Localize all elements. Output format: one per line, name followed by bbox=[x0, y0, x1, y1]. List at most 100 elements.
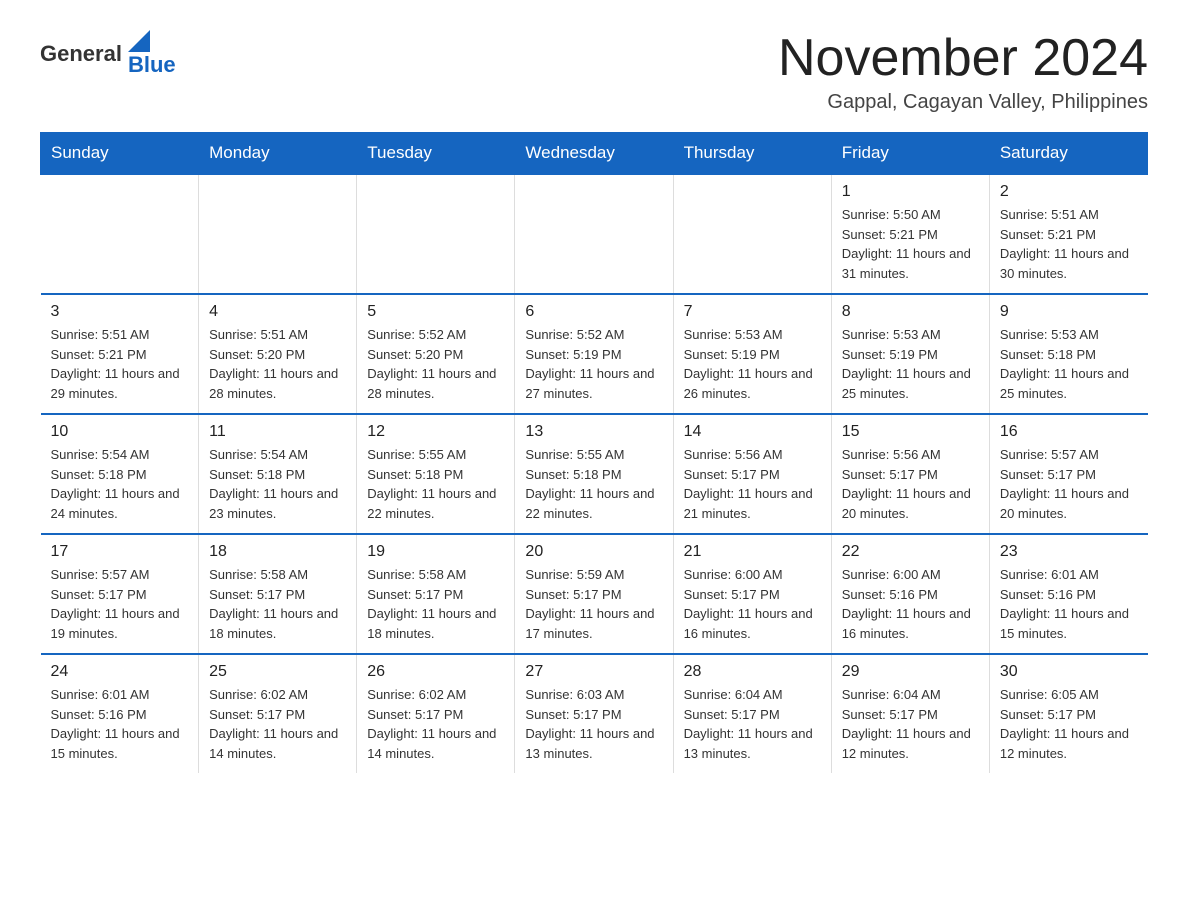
day-number: 21 bbox=[684, 543, 821, 561]
day-number: 7 bbox=[684, 303, 821, 321]
calendar-cell bbox=[199, 174, 357, 294]
calendar-week-row: 1 Sunrise: 5:50 AM Sunset: 5:21 PM Daylig… bbox=[41, 174, 1148, 294]
calendar-cell: 1 Sunrise: 5:50 AM Sunset: 5:21 PM Daylig… bbox=[831, 174, 989, 294]
header-thursday: Thursday bbox=[673, 133, 831, 175]
day-number: 23 bbox=[1000, 543, 1138, 561]
header-wednesday: Wednesday bbox=[515, 133, 673, 175]
day-detail: Sunrise: 5:54 AM Sunset: 5:18 PM Dayligh… bbox=[51, 445, 189, 523]
calendar-header-row: SundayMondayTuesdayWednesdayThursdayFrid… bbox=[41, 133, 1148, 175]
header-tuesday: Tuesday bbox=[357, 133, 515, 175]
calendar-cell: 29Sunrise: 6:04 AM Sunset: 5:17 PM Dayli… bbox=[831, 654, 989, 773]
calendar-cell: 15 Sunrise: 5:56 AM Sunset: 5:17 PM Dayli… bbox=[831, 414, 989, 534]
calendar-cell: 6 Sunrise: 5:52 AM Sunset: 5:19 PM Daylig… bbox=[515, 294, 673, 414]
calendar-cell: 10Sunrise: 5:54 AM Sunset: 5:18 PM Dayli… bbox=[41, 414, 199, 534]
day-detail: Sunrise: 6:05 AM Sunset: 5:17 PM Dayligh… bbox=[1000, 685, 1138, 763]
calendar-cell: 5 Sunrise: 5:52 AM Sunset: 5:20 PM Daylig… bbox=[357, 294, 515, 414]
day-detail: Sunrise: 5:56 AM Sunset: 5:17 PM Dayligh… bbox=[842, 445, 979, 523]
day-detail: Sunrise: 5:53 AM Sunset: 5:19 PM Dayligh… bbox=[842, 325, 979, 403]
day-number: 3 bbox=[51, 303, 189, 321]
logo-text-blue: Blue bbox=[128, 52, 176, 78]
calendar-cell: 7 Sunrise: 5:53 AM Sunset: 5:19 PM Daylig… bbox=[673, 294, 831, 414]
calendar-cell: 9Sunrise: 5:53 AM Sunset: 5:18 PM Daylig… bbox=[989, 294, 1147, 414]
calendar-cell: 4Sunrise: 5:51 AM Sunset: 5:20 PM Daylig… bbox=[199, 294, 357, 414]
day-number: 30 bbox=[1000, 663, 1138, 681]
day-detail: Sunrise: 5:50 AM Sunset: 5:21 PM Dayligh… bbox=[842, 205, 979, 283]
day-detail: Sunrise: 6:04 AM Sunset: 5:17 PM Dayligh… bbox=[684, 685, 821, 763]
day-detail: Sunrise: 5:52 AM Sunset: 5:19 PM Dayligh… bbox=[525, 325, 662, 403]
calendar-table: SundayMondayTuesdayWednesdayThursdayFrid… bbox=[40, 132, 1148, 773]
day-number: 28 bbox=[684, 663, 821, 681]
calendar-cell: 14 Sunrise: 5:56 AM Sunset: 5:17 PM Dayli… bbox=[673, 414, 831, 534]
calendar-cell: 2 Sunrise: 5:51 AM Sunset: 5:21 PM Daylig… bbox=[989, 174, 1147, 294]
day-detail: Sunrise: 5:51 AM Sunset: 5:21 PM Dayligh… bbox=[51, 325, 189, 403]
calendar-title: November 2024 bbox=[778, 30, 1148, 87]
calendar-cell bbox=[515, 174, 673, 294]
calendar-cell bbox=[673, 174, 831, 294]
calendar-cell: 3 Sunrise: 5:51 AM Sunset: 5:21 PM Daylig… bbox=[41, 294, 199, 414]
calendar-subtitle: Gappal, Cagayan Valley, Philippines bbox=[778, 91, 1148, 114]
day-detail: Sunrise: 5:52 AM Sunset: 5:20 PM Dayligh… bbox=[367, 325, 504, 403]
calendar-cell: 27Sunrise: 6:03 AM Sunset: 5:17 PM Dayli… bbox=[515, 654, 673, 773]
calendar-cell: 21Sunrise: 6:00 AM Sunset: 5:17 PM Dayli… bbox=[673, 534, 831, 654]
day-number: 11 bbox=[209, 423, 346, 441]
calendar-cell: 19Sunrise: 5:58 AM Sunset: 5:17 PM Dayli… bbox=[357, 534, 515, 654]
calendar-cell: 28 Sunrise: 6:04 AM Sunset: 5:17 PM Dayli… bbox=[673, 654, 831, 773]
day-number: 18 bbox=[209, 543, 346, 561]
day-detail: Sunrise: 6:01 AM Sunset: 5:16 PM Dayligh… bbox=[1000, 565, 1138, 643]
header-monday: Monday bbox=[199, 133, 357, 175]
day-detail: Sunrise: 5:58 AM Sunset: 5:17 PM Dayligh… bbox=[209, 565, 346, 643]
header-saturday: Saturday bbox=[989, 133, 1147, 175]
calendar-cell bbox=[41, 174, 199, 294]
day-number: 2 bbox=[1000, 183, 1138, 201]
day-detail: Sunrise: 5:57 AM Sunset: 5:17 PM Dayligh… bbox=[51, 565, 189, 643]
day-number: 9 bbox=[1000, 303, 1138, 321]
calendar-cell: 18 Sunrise: 5:58 AM Sunset: 5:17 PM Dayli… bbox=[199, 534, 357, 654]
day-detail: Sunrise: 5:58 AM Sunset: 5:17 PM Dayligh… bbox=[367, 565, 504, 643]
day-number: 6 bbox=[525, 303, 662, 321]
day-number: 17 bbox=[51, 543, 189, 561]
day-detail: Sunrise: 5:56 AM Sunset: 5:17 PM Dayligh… bbox=[684, 445, 821, 523]
day-number: 14 bbox=[684, 423, 821, 441]
calendar-cell: 20Sunrise: 5:59 AM Sunset: 5:17 PM Dayli… bbox=[515, 534, 673, 654]
calendar-cell: 11 Sunrise: 5:54 AM Sunset: 5:18 PM Dayli… bbox=[199, 414, 357, 534]
title-block: November 2024 Gappal, Cagayan Valley, Ph… bbox=[778, 30, 1148, 114]
day-number: 13 bbox=[525, 423, 662, 441]
day-number: 1 bbox=[842, 183, 979, 201]
day-number: 8 bbox=[842, 303, 979, 321]
day-detail: Sunrise: 5:57 AM Sunset: 5:17 PM Dayligh… bbox=[1000, 445, 1138, 523]
day-detail: Sunrise: 5:53 AM Sunset: 5:19 PM Dayligh… bbox=[684, 325, 821, 403]
day-detail: Sunrise: 5:51 AM Sunset: 5:20 PM Dayligh… bbox=[209, 325, 346, 403]
day-detail: Sunrise: 6:03 AM Sunset: 5:17 PM Dayligh… bbox=[525, 685, 662, 763]
day-detail: Sunrise: 6:02 AM Sunset: 5:17 PM Dayligh… bbox=[367, 685, 504, 763]
logo-text-general: General bbox=[40, 41, 122, 67]
calendar-cell: 24Sunrise: 6:01 AM Sunset: 5:16 PM Dayli… bbox=[41, 654, 199, 773]
logo-triangle-icon bbox=[128, 30, 150, 52]
day-detail: Sunrise: 5:51 AM Sunset: 5:21 PM Dayligh… bbox=[1000, 205, 1138, 283]
day-number: 20 bbox=[525, 543, 662, 561]
calendar-cell: 23 Sunrise: 6:01 AM Sunset: 5:16 PM Dayli… bbox=[989, 534, 1147, 654]
day-number: 5 bbox=[367, 303, 504, 321]
day-number: 15 bbox=[842, 423, 979, 441]
calendar-cell: 22 Sunrise: 6:00 AM Sunset: 5:16 PM Dayli… bbox=[831, 534, 989, 654]
calendar-cell: 17 Sunrise: 5:57 AM Sunset: 5:17 PM Dayli… bbox=[41, 534, 199, 654]
day-number: 26 bbox=[367, 663, 504, 681]
day-detail: Sunrise: 5:55 AM Sunset: 5:18 PM Dayligh… bbox=[525, 445, 662, 523]
header-sunday: Sunday bbox=[41, 133, 199, 175]
calendar-cell bbox=[357, 174, 515, 294]
calendar-week-row: 17 Sunrise: 5:57 AM Sunset: 5:17 PM Dayli… bbox=[41, 534, 1148, 654]
day-detail: Sunrise: 5:54 AM Sunset: 5:18 PM Dayligh… bbox=[209, 445, 346, 523]
day-number: 22 bbox=[842, 543, 979, 561]
day-detail: Sunrise: 6:01 AM Sunset: 5:16 PM Dayligh… bbox=[51, 685, 189, 763]
day-detail: Sunrise: 6:00 AM Sunset: 5:16 PM Dayligh… bbox=[842, 565, 979, 643]
page-header: General Blue November 2024 Gappal, Cagay… bbox=[40, 30, 1148, 114]
day-number: 25 bbox=[209, 663, 346, 681]
day-number: 16 bbox=[1000, 423, 1138, 441]
logo: General Blue bbox=[40, 30, 176, 78]
day-number: 29 bbox=[842, 663, 979, 681]
calendar-cell: 26 Sunrise: 6:02 AM Sunset: 5:17 PM Dayli… bbox=[357, 654, 515, 773]
day-detail: Sunrise: 5:55 AM Sunset: 5:18 PM Dayligh… bbox=[367, 445, 504, 523]
calendar-week-row: 24Sunrise: 6:01 AM Sunset: 5:16 PM Dayli… bbox=[41, 654, 1148, 773]
calendar-cell: 8 Sunrise: 5:53 AM Sunset: 5:19 PM Daylig… bbox=[831, 294, 989, 414]
calendar-cell: 30 Sunrise: 6:05 AM Sunset: 5:17 PM Dayli… bbox=[989, 654, 1147, 773]
calendar-cell: 13 Sunrise: 5:55 AM Sunset: 5:18 PM Dayli… bbox=[515, 414, 673, 534]
